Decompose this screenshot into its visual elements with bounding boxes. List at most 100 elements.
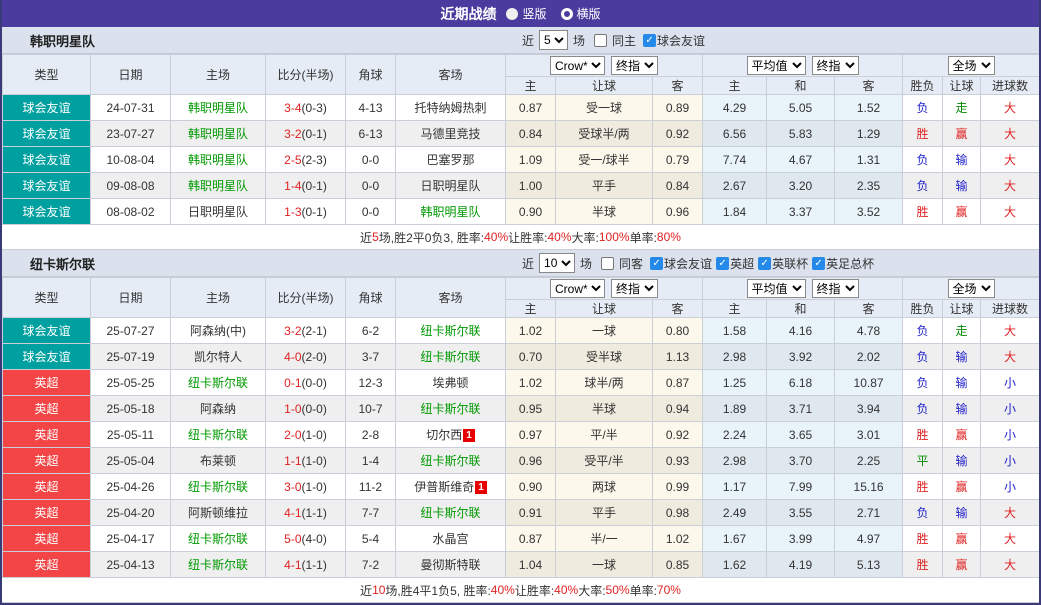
away-team-name[interactable]: 水晶宫 [432, 532, 468, 546]
home-team-name[interactable]: 布莱顿 [200, 454, 236, 468]
home-team-name[interactable]: 阿斯顿维拉 [188, 506, 248, 520]
league-filter-item[interactable]: ✓英联杯 [754, 255, 808, 272]
match-row: 英超25-04-13纽卡斯尔联4-1(1-1)7-2曼彻斯特联1.04一球0.8… [3, 552, 1040, 578]
col-home-odds: 主 [506, 77, 556, 95]
home-team-name[interactable]: 韩职明星队 [188, 127, 248, 141]
away-team-name[interactable]: 纽卡斯尔联 [420, 402, 480, 416]
home-team-name[interactable]: 纽卡斯尔联 [188, 428, 248, 442]
home-team-name[interactable]: 纽卡斯尔联 [188, 558, 248, 572]
away-team-name[interactable]: 埃弗顿 [432, 376, 468, 390]
league-filter-item[interactable]: ✓英超 [712, 255, 754, 272]
match-row: 英超25-04-26纽卡斯尔联3-0(1-0)11-2伊普斯维奇10.90两球0… [3, 474, 1040, 500]
full-match-select[interactable]: 全场 [948, 56, 995, 75]
league-filter-list: ✓球会友谊✓英超✓英联杯✓英足总杯 [646, 255, 874, 272]
match-date: 25-07-27 [91, 318, 171, 344]
match-type-badge: 英超 [3, 552, 91, 578]
away-team-name[interactable]: 伊普斯维奇 [414, 480, 474, 494]
home-team-name[interactable]: 凯尔特人 [194, 350, 242, 364]
col-avg-away: 客 [835, 77, 903, 95]
average-select[interactable]: 平均值 [747, 279, 806, 298]
away-team-name[interactable]: 纽卡斯尔联 [420, 324, 480, 338]
radio-icon-vertical[interactable] [506, 8, 518, 20]
league-filter-item[interactable]: ✓球会友谊 [639, 32, 705, 49]
result-goals: 大 [981, 552, 1040, 578]
handicap-name: 平手 [556, 173, 653, 199]
average-select[interactable]: 平均值 [747, 56, 806, 75]
result-goals: 小 [981, 370, 1040, 396]
match-date: 25-05-18 [91, 396, 171, 422]
league-filter-list: ✓球会友谊 [639, 32, 705, 49]
home-team-name[interactable]: 纽卡斯尔联 [188, 480, 248, 494]
league-checkbox[interactable]: ✓ [812, 257, 825, 270]
away-team-name[interactable]: 巴塞罗那 [426, 153, 474, 167]
radio-icon-horizontal[interactable] [561, 8, 573, 20]
results-table-body: 球会友谊25-07-27阿森纳(中)3-2(2-1)6-2纽卡斯尔联1.02一球… [3, 318, 1040, 578]
league-checkbox[interactable]: ✓ [650, 257, 663, 270]
result-goals: 小 [981, 474, 1040, 500]
section-bar: 韩职明星队 近 5 场 同主 ✓球会友谊 [2, 27, 1039, 54]
away-team-name[interactable]: 纽卡斯尔联 [420, 454, 480, 468]
away-team-cell: 托特纳姆热刺 [396, 95, 506, 121]
same-venue-checkbox[interactable] [601, 257, 614, 270]
section-bar: 纽卡斯尔联 近 10 场 同客 ✓球会友谊✓英超✓英联杯✓英足总杯 [2, 250, 1039, 277]
layout-option-horizontal[interactable]: 横版 [561, 5, 601, 22]
half-time-score: (0-1) [302, 205, 327, 219]
result-handicap: 赢 [943, 474, 981, 500]
avg-odds-draw: 3.70 [767, 448, 835, 474]
col-handicap-result: 让球 [943, 300, 981, 318]
handicap-dropdowns-cell: Crow* 终指 [506, 55, 703, 77]
league-filter-item[interactable]: ✓英足总杯 [808, 255, 874, 272]
league-checkbox[interactable]: ✓ [643, 34, 656, 47]
avg-odds-draw: 5.83 [767, 121, 835, 147]
home-team-name[interactable]: 纽卡斯尔联 [188, 532, 248, 546]
handicap-odds-home: 1.02 [506, 318, 556, 344]
home-team-name[interactable]: 纽卡斯尔联 [188, 376, 248, 390]
league-filter-item[interactable]: ✓球会友谊 [646, 255, 712, 272]
away-team-name[interactable]: 托特纳姆热刺 [414, 101, 486, 115]
away-team-name[interactable]: 韩职明星队 [420, 205, 480, 219]
home-team-name[interactable]: 韩职明星队 [188, 153, 248, 167]
match-date: 25-07-19 [91, 344, 171, 370]
home-team-name[interactable]: 阿森纳(中) [190, 324, 246, 338]
avg-odds-away: 4.78 [835, 318, 903, 344]
league-checkbox[interactable]: ✓ [758, 257, 771, 270]
home-team-name[interactable]: 韩职明星队 [188, 101, 248, 115]
handicap-odds-away: 0.92 [653, 121, 703, 147]
filter-controls: 近 5 场 同主 ✓球会友谊 [522, 27, 705, 53]
away-team-name[interactable]: 曼彻斯特联 [420, 558, 480, 572]
match-row: 球会友谊23-07-27韩职明星队3-2(0-1)6-13马德里竞技0.84受球… [3, 121, 1040, 147]
match-count-select[interactable]: 5 [539, 30, 568, 50]
col-avg-home: 主 [703, 77, 767, 95]
avg-odds-away: 3.52 [835, 199, 903, 225]
bookmaker-select[interactable]: Crow* [550, 279, 605, 298]
half-time-score: (4-0) [302, 532, 327, 546]
away-team-name[interactable]: 日职明星队 [420, 179, 480, 193]
match-type-badge: 球会友谊 [3, 199, 91, 225]
bookmaker-select[interactable]: Crow* [550, 56, 605, 75]
col-corner: 角球 [346, 55, 396, 95]
handicap-odds-home: 0.90 [506, 199, 556, 225]
match-type-badge: 英超 [3, 370, 91, 396]
final-odds-select[interactable]: 终指 [611, 279, 658, 298]
match-count-select[interactable]: 10 [539, 253, 575, 273]
league-checkbox[interactable]: ✓ [716, 257, 729, 270]
same-venue-checkbox[interactable] [594, 34, 607, 47]
final-odds-select-2[interactable]: 终指 [812, 279, 859, 298]
final-odds-select[interactable]: 终指 [611, 56, 658, 75]
home-team-name[interactable]: 韩职明星队 [188, 179, 248, 193]
final-odds-select-2[interactable]: 终指 [812, 56, 859, 75]
away-team-name[interactable]: 纽卡斯尔联 [420, 350, 480, 364]
handicap-odds-home: 0.87 [506, 95, 556, 121]
layout-option-vertical[interactable]: 竖版 [506, 5, 546, 22]
full-time-score: 4-1 [284, 506, 301, 520]
home-team-name[interactable]: 日职明星队 [188, 205, 248, 219]
away-team-name[interactable]: 切尔西 [426, 428, 462, 442]
away-team-name[interactable]: 纽卡斯尔联 [420, 506, 480, 520]
home-team-name[interactable]: 阿森纳 [200, 402, 236, 416]
avg-odds-away: 1.52 [835, 95, 903, 121]
handicap-dropdowns-cell: Crow* 终指 [506, 278, 703, 300]
col-home: 主场 [171, 278, 266, 318]
away-team-name[interactable]: 马德里竞技 [420, 127, 480, 141]
full-match-select[interactable]: 全场 [948, 279, 995, 298]
result-wdl: 胜 [903, 552, 943, 578]
